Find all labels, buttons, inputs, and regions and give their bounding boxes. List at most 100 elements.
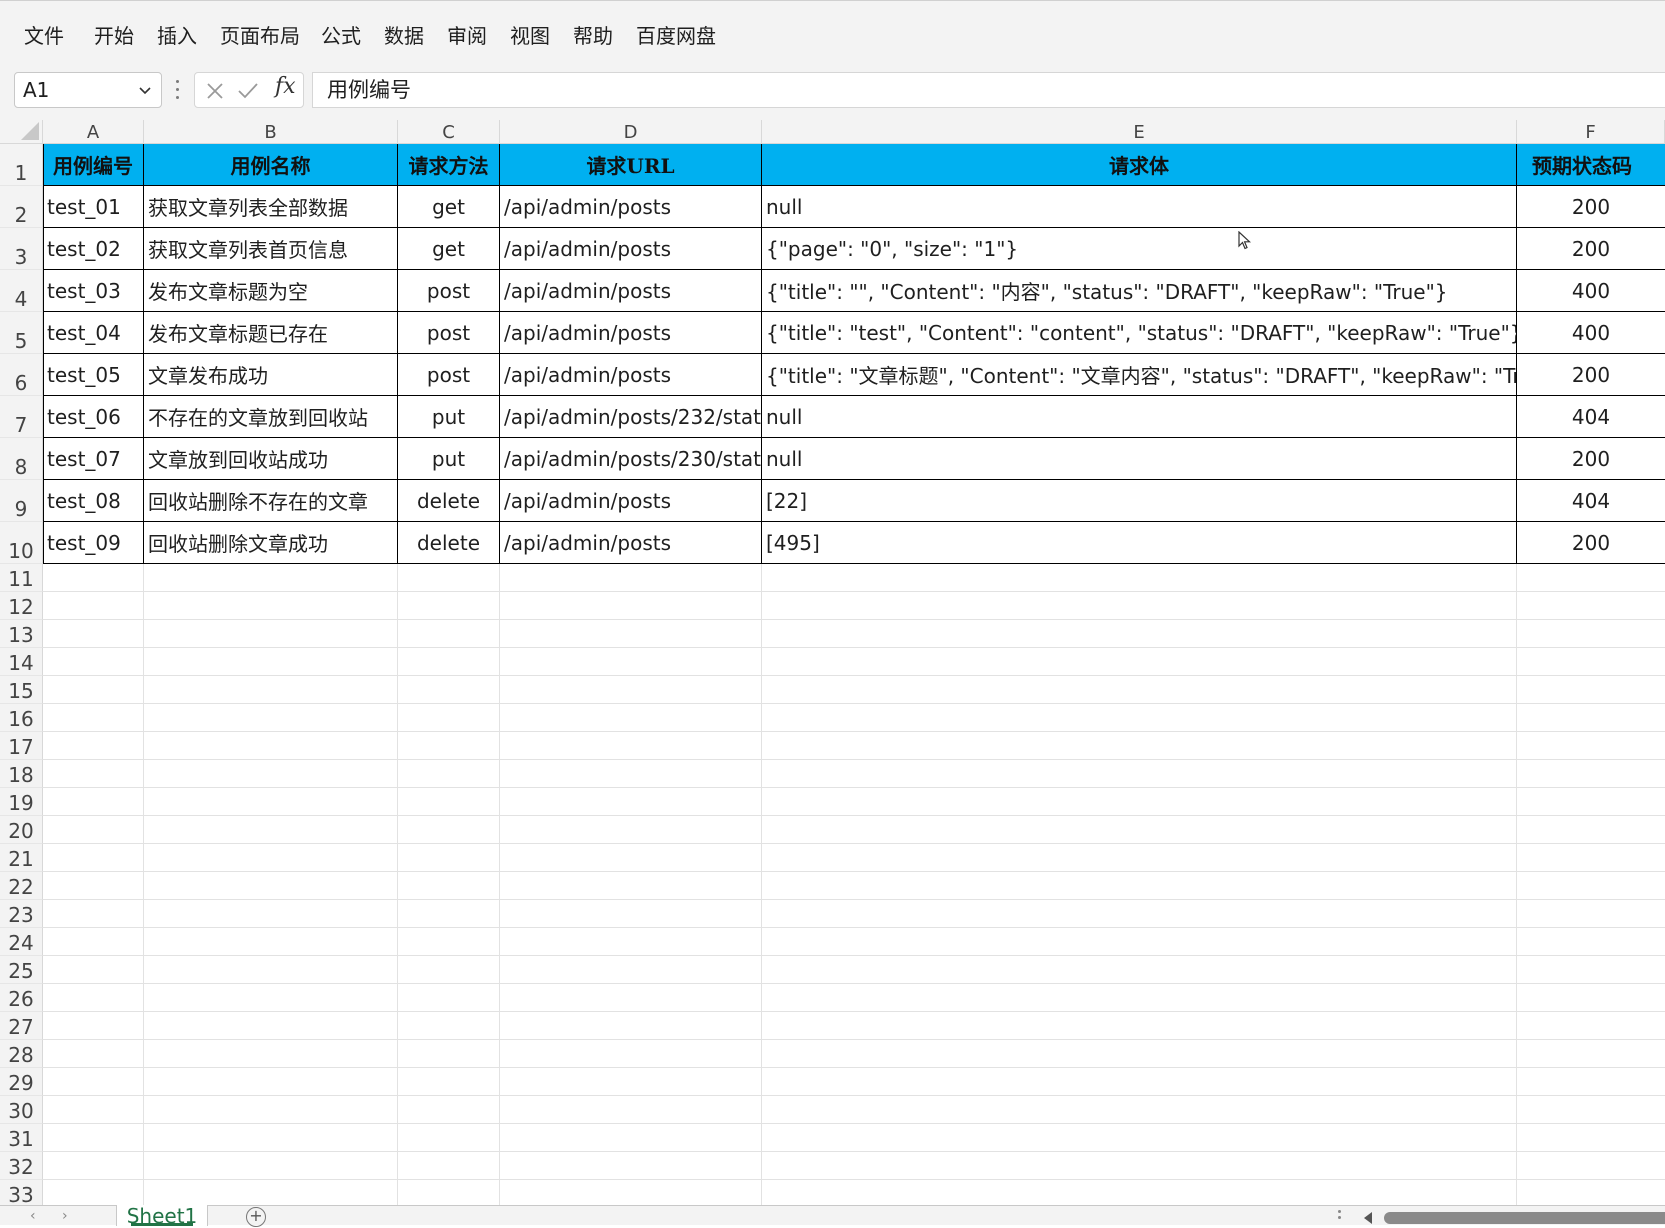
- cancel-icon[interactable]: [205, 81, 225, 101]
- column-header-d[interactable]: D: [500, 120, 762, 144]
- cell-expected-status[interactable]: 200: [1517, 228, 1665, 270]
- row-header[interactable]: 29: [0, 1068, 43, 1096]
- menu-help[interactable]: 帮助: [567, 21, 619, 51]
- row-header[interactable]: 7: [0, 396, 43, 438]
- cell-case-id[interactable]: test_01: [43, 186, 144, 228]
- cell-case-name[interactable]: 发布文章标题为空: [144, 270, 398, 312]
- worksheet-grid[interactable]: A B C D E F 1 2 3 4 5 6 7 8 9 10 11 12 13 14 15 16 17 18 1…: [0, 120, 1665, 1205]
- row-header[interactable]: 18: [0, 760, 43, 788]
- sheet-tab-sheet1[interactable]: Sheet1: [116, 1205, 208, 1227]
- scroll-sheets-right-icon[interactable]: ›: [62, 1208, 68, 1224]
- cell-body[interactable]: {"page": "0", "size": "1"}: [762, 228, 1517, 270]
- row-header[interactable]: 32: [0, 1152, 43, 1180]
- cell-method[interactable]: post: [398, 312, 500, 354]
- cell-method[interactable]: put: [398, 438, 500, 480]
- cell-body[interactable]: null: [762, 438, 1517, 480]
- cell-expected-status[interactable]: 200: [1517, 438, 1665, 480]
- row-header[interactable]: 24: [0, 928, 43, 956]
- row-header[interactable]: 12: [0, 592, 43, 620]
- cell-expected-status[interactable]: 404: [1517, 396, 1665, 438]
- column-header-a[interactable]: A: [43, 120, 144, 144]
- cell-body[interactable]: {"title": "test", "Content": "content", …: [762, 312, 1517, 354]
- cell-case-id[interactable]: test_03: [43, 270, 144, 312]
- cell-case-id[interactable]: test_06: [43, 396, 144, 438]
- menu-baidu-netdisk[interactable]: 百度网盘: [630, 21, 722, 51]
- row-header[interactable]: 23: [0, 900, 43, 928]
- row-header[interactable]: 21: [0, 844, 43, 872]
- cell-expected-status[interactable]: 200: [1517, 354, 1665, 396]
- name-box[interactable]: A1: [14, 72, 162, 108]
- formula-input[interactable]: 用例编号: [312, 72, 1665, 108]
- menu-review[interactable]: 审阅: [441, 21, 493, 51]
- column-header-e[interactable]: E: [762, 120, 1517, 144]
- formula-bar-grip-icon[interactable]: [176, 80, 180, 102]
- cell-method[interactable]: delete: [398, 522, 500, 564]
- row-header[interactable]: 19: [0, 788, 43, 816]
- cell-body[interactable]: {"title": "", "Content": "内容", "status":…: [762, 270, 1517, 312]
- cell-method[interactable]: get: [398, 228, 500, 270]
- select-all-corner[interactable]: [0, 120, 43, 144]
- menu-data[interactable]: 数据: [378, 21, 430, 51]
- cell-case-id[interactable]: test_09: [43, 522, 144, 564]
- row-header[interactable]: 22: [0, 872, 43, 900]
- row-header[interactable]: 8: [0, 438, 43, 480]
- menu-view[interactable]: 视图: [504, 21, 556, 51]
- header-cell-case-id[interactable]: 用例编号: [43, 144, 144, 186]
- column-header-f[interactable]: F: [1517, 120, 1665, 144]
- cell-case-id[interactable]: test_05: [43, 354, 144, 396]
- enter-check-icon[interactable]: [237, 81, 259, 101]
- cell-url[interactable]: /api/admin/posts: [500, 186, 762, 228]
- cell-case-id[interactable]: test_02: [43, 228, 144, 270]
- header-cell-expected-status[interactable]: 预期状态码: [1517, 144, 1665, 186]
- row-header[interactable]: 9: [0, 480, 43, 522]
- row-header[interactable]: 2: [0, 186, 43, 228]
- cell-body[interactable]: {"title": "文章标题", "Content": "文章内容", "st…: [762, 354, 1517, 396]
- cell-url[interactable]: /api/admin/posts/232/status/RECYCLE: [500, 396, 762, 438]
- cell-case-id[interactable]: test_07: [43, 438, 144, 480]
- row-header[interactable]: 17: [0, 732, 43, 760]
- insert-function-icon[interactable]: fx: [275, 74, 296, 99]
- row-header[interactable]: 26: [0, 984, 43, 1012]
- cell-body[interactable]: null: [762, 186, 1517, 228]
- menu-formulas[interactable]: 公式: [315, 21, 367, 51]
- header-cell-url[interactable]: 请求URL: [500, 144, 762, 186]
- cell-case-name[interactable]: 文章放到回收站成功: [144, 438, 398, 480]
- scroll-left-arrow-icon[interactable]: [1364, 1212, 1372, 1224]
- cell-expected-status[interactable]: 400: [1517, 270, 1665, 312]
- cell-url[interactable]: /api/admin/posts: [500, 270, 762, 312]
- cell-url[interactable]: /api/admin/posts: [500, 312, 762, 354]
- row-header[interactable]: 27: [0, 1012, 43, 1040]
- horizontal-scrollbar-thumb[interactable]: [1384, 1212, 1665, 1224]
- cell-method[interactable]: post: [398, 270, 500, 312]
- row-header[interactable]: 25: [0, 956, 43, 984]
- cell-case-name[interactable]: 文章发布成功: [144, 354, 398, 396]
- row-header[interactable]: 3: [0, 228, 43, 270]
- cell-body[interactable]: [22]: [762, 480, 1517, 522]
- row-header[interactable]: 20: [0, 816, 43, 844]
- cell-method[interactable]: put: [398, 396, 500, 438]
- row-header[interactable]: 4: [0, 270, 43, 312]
- cell-url[interactable]: /api/admin/posts: [500, 480, 762, 522]
- cell-case-name[interactable]: 发布文章标题已存在: [144, 312, 398, 354]
- cell-expected-status[interactable]: 400: [1517, 312, 1665, 354]
- row-header[interactable]: 30: [0, 1096, 43, 1124]
- add-sheet-icon[interactable]: +: [246, 1207, 266, 1227]
- row-header[interactable]: 16: [0, 704, 43, 732]
- cell-case-name[interactable]: 回收站删除不存在的文章: [144, 480, 398, 522]
- cell-body[interactable]: null: [762, 396, 1517, 438]
- row-header[interactable]: 11: [0, 564, 43, 592]
- header-cell-method[interactable]: 请求方法: [398, 144, 500, 186]
- cell-url[interactable]: /api/admin/posts: [500, 522, 762, 564]
- cell-case-name[interactable]: 回收站删除文章成功: [144, 522, 398, 564]
- cell-expected-status[interactable]: 200: [1517, 186, 1665, 228]
- cell-url[interactable]: /api/admin/posts: [500, 354, 762, 396]
- row-header[interactable]: 14: [0, 648, 43, 676]
- cell-case-id[interactable]: test_04: [43, 312, 144, 354]
- cell-case-name[interactable]: 获取文章列表全部数据: [144, 186, 398, 228]
- menu-home[interactable]: 开始: [88, 21, 140, 51]
- cell-expected-status[interactable]: 200: [1517, 522, 1665, 564]
- cell-method[interactable]: post: [398, 354, 500, 396]
- cell-case-id[interactable]: test_08: [43, 480, 144, 522]
- row-header[interactable]: 13: [0, 620, 43, 648]
- column-header-b[interactable]: B: [144, 120, 398, 144]
